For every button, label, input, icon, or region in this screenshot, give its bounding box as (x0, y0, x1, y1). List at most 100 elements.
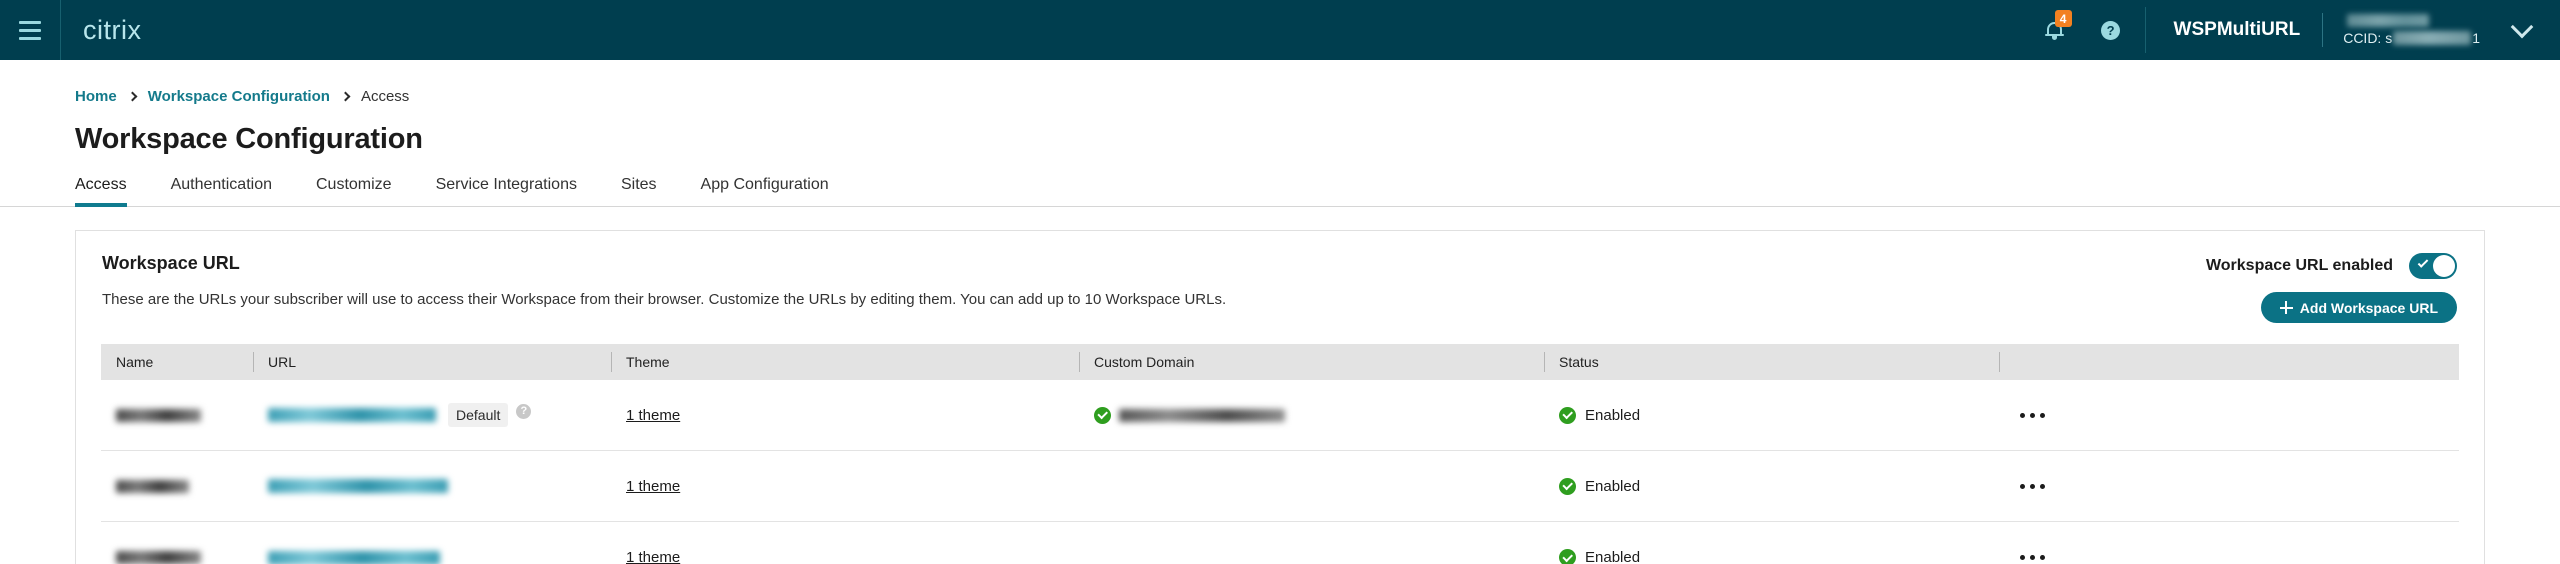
url-link-redacted[interactable] (268, 550, 440, 564)
account-details: CCID: s 1 (2323, 14, 2480, 46)
tab-bar: Access Authentication Customize Service … (0, 156, 2560, 207)
breadcrumb: Home Workspace Configuration Access (0, 60, 2560, 105)
card-title: Workspace URL (102, 253, 240, 273)
cell-custom-domain (1079, 522, 1544, 564)
column-header-name[interactable]: Name (101, 344, 253, 380)
account-name: WSPMultiURL (2173, 19, 2301, 40)
name-redacted (116, 551, 201, 564)
top-header-bar: citrix 4 ? WSPMultiURL CCID: s 1 (0, 0, 2560, 60)
cell-actions (1999, 451, 2459, 521)
hamburger-bar (19, 36, 41, 40)
plus-icon (2279, 301, 2293, 314)
cell-url: Default ? (253, 380, 611, 450)
tab-app-configuration[interactable]: App Configuration (679, 176, 851, 206)
table-row: 1 theme Enabled (101, 451, 2459, 522)
cell-name (101, 380, 253, 450)
citrix-logo[interactable]: citrix (61, 15, 142, 46)
status-badge: Enabled (1585, 406, 1641, 424)
tab-service-integrations[interactable]: Service Integrations (414, 176, 599, 206)
cell-theme: 1 theme (611, 522, 1079, 564)
cell-theme: 1 theme (611, 380, 1079, 450)
name-redacted (116, 479, 189, 493)
name-redacted (116, 408, 201, 422)
default-chip: Default (448, 403, 509, 427)
url-link-redacted[interactable] (268, 408, 436, 422)
cell-actions (1999, 380, 2459, 450)
chevron-down-icon[interactable] (2510, 15, 2534, 39)
table-row: Default ? 1 theme Enabled (101, 380, 2459, 451)
kebab-menu-icon[interactable] (2014, 555, 2045, 560)
custom-domain-redacted (1119, 408, 1285, 422)
cell-custom-domain (1079, 451, 1544, 521)
status-check-icon (1559, 549, 1576, 564)
table-row: 1 theme Enabled (101, 522, 2459, 564)
help-icon: ? (2101, 20, 2121, 40)
theme-link[interactable]: 1 theme (626, 549, 680, 564)
workspace-url-table: Name URL Theme Custom Domain Status Defa… (101, 344, 2459, 564)
cell-name (101, 451, 253, 521)
ccid-row: CCID: s 1 (2343, 30, 2480, 46)
card-description: These are the URLs your subscriber will … (102, 291, 1227, 308)
notification-count-badge: 4 (2054, 10, 2072, 27)
ccid-suffix: 1 (2472, 30, 2480, 46)
chevron-right-icon (127, 91, 138, 102)
cell-status: Enabled (1544, 451, 1999, 521)
add-workspace-url-button[interactable]: Add Workspace URL (2260, 292, 2457, 323)
theme-link[interactable]: 1 theme (626, 478, 680, 495)
tab-authentication[interactable]: Authentication (149, 176, 294, 206)
toggle-knob (2433, 255, 2455, 277)
cell-name (101, 522, 253, 564)
card-header-controls: Workspace URL enabled Add Workspace URL (2206, 253, 2484, 323)
kebab-menu-icon[interactable] (2014, 412, 2045, 418)
tab-customize[interactable]: Customize (294, 176, 414, 206)
breadcrumb-home[interactable]: Home (75, 88, 117, 105)
table-header-row: Name URL Theme Custom Domain Status (101, 344, 2459, 380)
check-icon (2417, 257, 2429, 268)
hamburger-bar (19, 28, 41, 32)
help-button[interactable]: ? (2083, 0, 2139, 60)
theme-link[interactable]: 1 theme (626, 407, 680, 424)
status-badge: Enabled (1585, 549, 1641, 564)
card-header: Workspace URL These are the URLs your su… (76, 231, 2484, 323)
column-header-actions (1999, 344, 2459, 380)
column-header-url[interactable]: URL (253, 344, 611, 380)
cell-status: Enabled (1544, 380, 1999, 450)
card-header-text: Workspace URL These are the URLs your su… (102, 253, 2206, 308)
cell-url (253, 451, 611, 521)
chevron-right-icon (340, 91, 351, 102)
workspace-url-enabled-toggle[interactable] (2409, 253, 2457, 279)
hamburger-icon[interactable] (0, 0, 60, 60)
status-check-icon (1559, 477, 1576, 495)
kebab-menu-icon[interactable] (2014, 483, 2045, 489)
hamburger-bar (19, 20, 41, 24)
workspace-url-toggle-row: Workspace URL enabled (2206, 253, 2457, 279)
ccid-prefix: CCID: s (2343, 30, 2393, 46)
breadcrumb-workspace-configuration[interactable]: Workspace Configuration (148, 88, 330, 105)
status-check-icon (1559, 406, 1576, 424)
cell-theme: 1 theme (611, 451, 1079, 521)
cell-status: Enabled (1544, 522, 1999, 564)
ccid-redacted (2393, 31, 2472, 45)
page-title: Workspace Configuration (75, 123, 423, 155)
url-link-redacted[interactable] (268, 479, 448, 493)
add-workspace-url-label: Add Workspace URL (2299, 299, 2438, 316)
verified-check-icon (1094, 406, 1111, 424)
customer-name-redacted (2347, 14, 2430, 27)
header-right-cluster: 4 ? WSPMultiURL CCID: s 1 (2027, 0, 2560, 60)
cell-actions (1999, 522, 2459, 564)
breadcrumb-current: Access (360, 88, 410, 105)
notifications-button[interactable]: 4 (2027, 0, 2083, 60)
cell-url (253, 522, 611, 564)
account-menu[interactable]: WSPMultiURL CCID: s 1 (2152, 0, 2560, 60)
help-icon[interactable]: ? (516, 403, 532, 419)
tab-access[interactable]: Access (75, 176, 149, 207)
toggle-label: Workspace URL enabled (2205, 257, 2393, 274)
column-header-theme[interactable]: Theme (611, 344, 1079, 380)
workspace-url-card: Workspace URL These are the URLs your su… (75, 230, 2485, 564)
column-header-status[interactable]: Status (1544, 344, 1999, 380)
tab-sites[interactable]: Sites (599, 176, 679, 206)
column-header-custom-domain[interactable]: Custom Domain (1079, 344, 1544, 380)
status-badge: Enabled (1585, 477, 1641, 495)
header-divider (2144, 7, 2146, 53)
cell-custom-domain (1079, 380, 1544, 450)
